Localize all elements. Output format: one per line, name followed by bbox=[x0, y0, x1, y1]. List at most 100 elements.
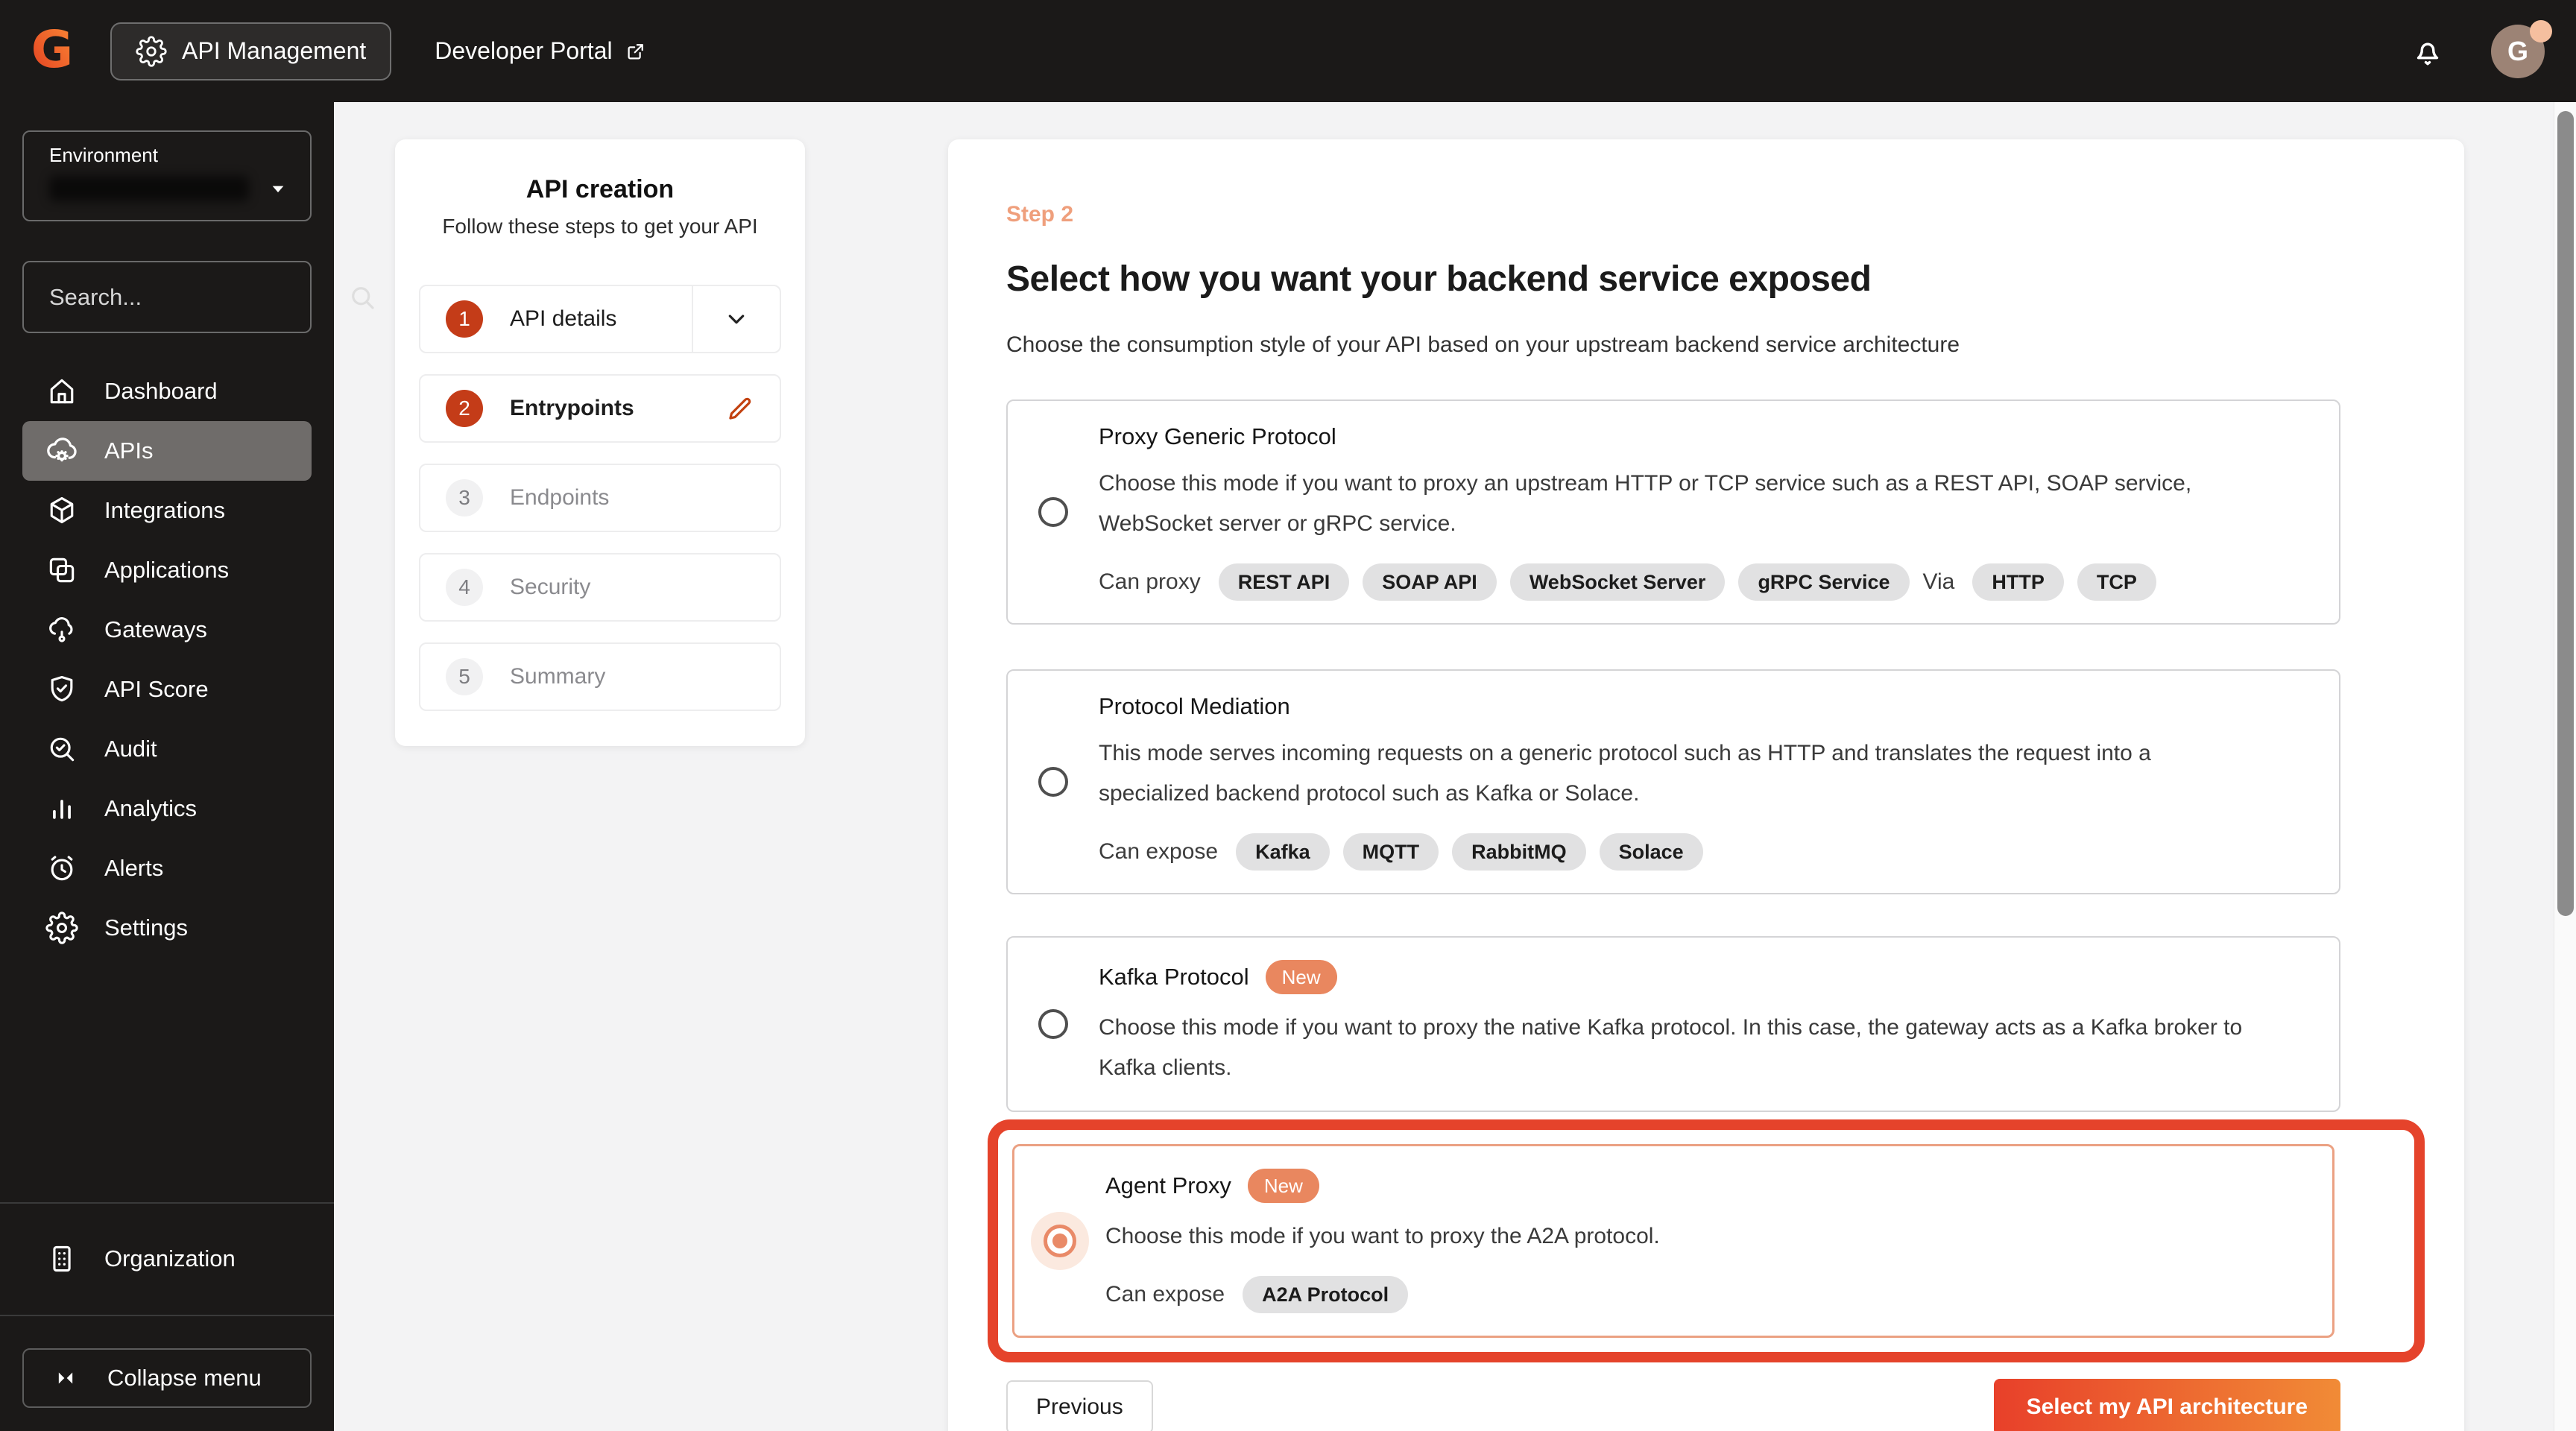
option-description: This mode serves incoming requests on a … bbox=[1099, 733, 2261, 814]
sidebar-item-alerts[interactable]: Alerts bbox=[22, 838, 312, 898]
chips-label: Can expose bbox=[1105, 1282, 1225, 1307]
sidebar-item-apis[interactable]: APIs bbox=[22, 421, 312, 481]
sidebar-item-settings[interactable]: Settings bbox=[22, 898, 312, 958]
sidebar-item-label: Audit bbox=[104, 736, 157, 762]
stepper-steps: 1 API details 2 Entrypoints bbox=[419, 285, 781, 711]
option-description: Choose this mode if you want to proxy th… bbox=[1099, 1008, 2261, 1088]
sidebar-item-label: API Score bbox=[104, 676, 209, 703]
select-architecture-button[interactable]: Select my API architecture bbox=[1994, 1379, 2340, 1431]
api-creation-stepper-card: API creation Follow these steps to get y… bbox=[395, 139, 805, 746]
stepper-subtitle: Follow these steps to get your API bbox=[419, 215, 781, 238]
chips-label: Can proxy bbox=[1099, 569, 1201, 595]
cube-icon bbox=[45, 493, 79, 528]
sidebar-item-label: APIs bbox=[104, 437, 153, 464]
chip: gRPC Service bbox=[1738, 563, 1909, 601]
page-scrollbar-thumb[interactable] bbox=[2557, 111, 2574, 916]
sidebar-item-api-score[interactable]: API Score bbox=[22, 660, 312, 719]
radio-selected-halo bbox=[1031, 1212, 1089, 1270]
sidebar-item-dashboard[interactable]: Dashboard bbox=[22, 361, 312, 421]
logo-letter: G bbox=[31, 22, 74, 80]
stepper-title: API creation bbox=[419, 175, 781, 204]
step-row-api-details[interactable]: 1 API details bbox=[419, 285, 781, 353]
option-card-kafka-protocol[interactable]: Kafka Protocol New Choose this mode if y… bbox=[1006, 936, 2340, 1112]
chip: HTTP bbox=[1972, 563, 2064, 601]
gear-icon bbox=[136, 36, 167, 67]
step-row-entrypoints[interactable]: 2 Entrypoints bbox=[419, 374, 781, 443]
radio-unselected[interactable] bbox=[1038, 1009, 1068, 1039]
sidebar-item-label: Settings bbox=[104, 914, 188, 941]
option-description: Choose this mode if you want to proxy th… bbox=[1105, 1216, 2268, 1257]
page-scrollbar-track bbox=[2554, 102, 2576, 1431]
chip: RabbitMQ bbox=[1452, 833, 1586, 871]
search-input[interactable] bbox=[24, 284, 347, 311]
product-switcher-label: API Management bbox=[182, 37, 366, 65]
product-switcher-button[interactable]: API Management bbox=[110, 22, 391, 80]
sidebar-item-analytics[interactable]: Analytics bbox=[22, 779, 312, 838]
caret-down-icon bbox=[265, 176, 291, 201]
edit-pencil-icon[interactable] bbox=[724, 393, 756, 424]
step-number-badge: 5 bbox=[446, 658, 483, 695]
chips-label: Can expose bbox=[1099, 839, 1218, 865]
sidebar-search bbox=[22, 261, 312, 333]
environment-select[interactable]: Environment bbox=[22, 130, 312, 221]
sidebar-menu: Dashboard APIs bbox=[0, 361, 334, 958]
collapse-menu-label: Collapse menu bbox=[107, 1365, 262, 1391]
gear-icon bbox=[45, 911, 79, 945]
option-card-protocol-mediation[interactable]: Protocol Mediation This mode serves inco… bbox=[1006, 669, 2340, 894]
sidebar-item-audit[interactable]: Audit bbox=[22, 719, 312, 779]
chip: A2A Protocol bbox=[1243, 1276, 1408, 1313]
chip: TCP bbox=[2077, 563, 2156, 601]
option-card-proxy-generic[interactable]: Proxy Generic Protocol Choose this mode … bbox=[1006, 399, 2340, 625]
sidebar-item-label: Dashboard bbox=[104, 378, 218, 405]
content-area: API creation Follow these steps to get y… bbox=[334, 102, 2576, 1431]
gravitee-logo: G bbox=[25, 22, 79, 81]
sidebar-item-gateways[interactable]: Gateways bbox=[22, 600, 312, 660]
step-row-summary: 5 Summary bbox=[419, 642, 781, 711]
sidebar-item-applications[interactable]: Applications bbox=[22, 540, 312, 600]
sidebar: Environment bbox=[0, 102, 334, 1431]
step-row-security: 4 Security bbox=[419, 553, 781, 622]
external-link-icon bbox=[625, 40, 647, 63]
option-title: Agent Proxy bbox=[1105, 1172, 1231, 1199]
alarm-clock-icon bbox=[45, 851, 79, 885]
applications-icon bbox=[45, 553, 79, 587]
chevron-down-icon bbox=[722, 305, 751, 333]
sidebar-item-integrations[interactable]: Integrations bbox=[22, 481, 312, 540]
search-icon bbox=[347, 282, 378, 313]
sidebar-item-label: Organization bbox=[104, 1245, 236, 1272]
step-label: API details bbox=[510, 306, 616, 332]
page-title: Select how you want your backend service… bbox=[1006, 259, 2406, 300]
option-title: Kafka Protocol bbox=[1099, 964, 1249, 991]
user-avatar[interactable]: G bbox=[2491, 25, 2545, 78]
page-subtitle: Choose the consumption style of your API… bbox=[1006, 332, 2406, 358]
option-card-agent-proxy[interactable]: Agent Proxy New Choose this mode if you … bbox=[1012, 1144, 2334, 1338]
step-label: Security bbox=[510, 575, 590, 600]
radio-unselected[interactable] bbox=[1038, 767, 1068, 797]
previous-button[interactable]: Previous bbox=[1006, 1380, 1153, 1431]
bar-chart-icon bbox=[45, 792, 79, 826]
developer-portal-label: Developer Portal bbox=[435, 37, 612, 65]
radio-unselected[interactable] bbox=[1038, 497, 1068, 527]
chip: WebSocket Server bbox=[1510, 563, 1726, 601]
environment-label: Environment bbox=[49, 144, 310, 167]
new-badge: New bbox=[1248, 1169, 1319, 1203]
sidebar-item-label: Gateways bbox=[104, 616, 207, 643]
sidebar-item-label: Analytics bbox=[104, 795, 197, 822]
collapse-menu-button[interactable]: Collapse menu bbox=[22, 1348, 312, 1408]
step-expand-button[interactable] bbox=[692, 286, 780, 352]
cloud-api-icon bbox=[45, 434, 79, 468]
top-header-bar: G API Management Developer Portal bbox=[0, 0, 2576, 102]
radio-dot bbox=[1052, 1233, 1067, 1248]
radio-selected[interactable] bbox=[1044, 1225, 1076, 1257]
notifications-button[interactable] bbox=[2411, 34, 2445, 69]
sidebar-divider bbox=[0, 1315, 334, 1316]
environment-value-redacted bbox=[49, 176, 249, 201]
sidebar-item-organization[interactable]: Organization bbox=[22, 1229, 312, 1289]
new-badge: New bbox=[1266, 960, 1337, 994]
shield-check-icon bbox=[45, 672, 79, 707]
sidebar-organization-section: Organization bbox=[0, 1229, 334, 1289]
chip: Solace bbox=[1600, 833, 1703, 871]
header-right-group: G bbox=[2411, 25, 2576, 78]
collapse-icon bbox=[51, 1363, 80, 1393]
developer-portal-link[interactable]: Developer Portal bbox=[435, 37, 646, 65]
